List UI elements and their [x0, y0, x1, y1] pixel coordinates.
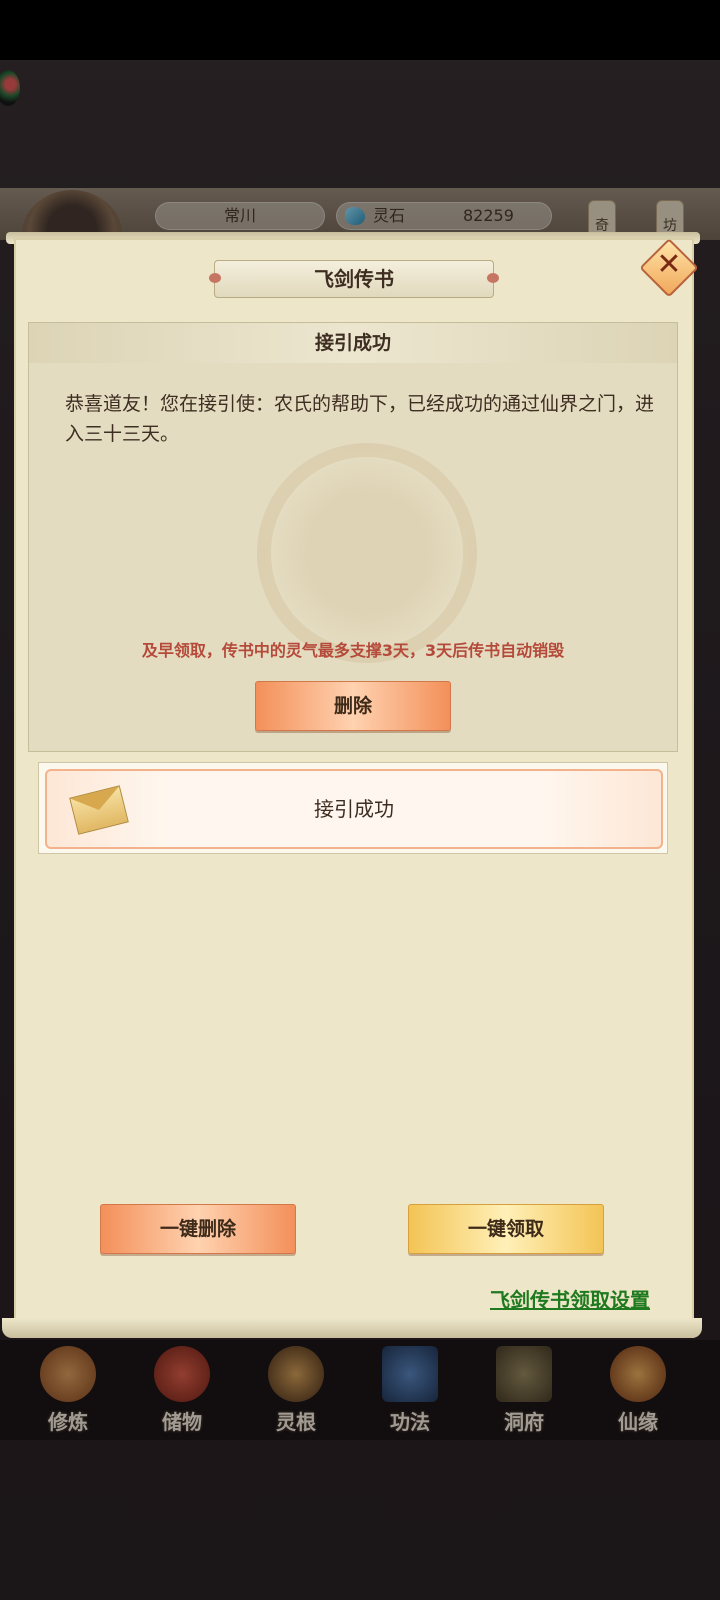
delete-all-button[interactable]: 一键删除 [100, 1204, 296, 1254]
close-icon[interactable]: ✕ [642, 238, 696, 292]
list-item[interactable]: 接引成功 [38, 762, 668, 854]
cloud-emblem-watermark [257, 443, 477, 663]
scroll-bottom-rod [2, 1318, 702, 1338]
dialog-title-banner: 飞剑传书 [209, 260, 499, 298]
dialog-title: 飞剑传书 [314, 267, 394, 291]
claim-all-button[interactable]: 一键领取 [408, 1204, 604, 1254]
expiry-warning: 及早领取，传书中的灵气最多支撑3天，3天后传书自动销毁 [141, 641, 565, 660]
mail-detail-body: 恭喜道友！您在接引使：农氏的帮助下，已经成功的通过仙界之门，进入三十三天。 [65, 393, 655, 445]
delete-button[interactable]: 删除 [255, 681, 451, 731]
mail-detail-title: 接引成功 [314, 332, 391, 354]
nav-dim-overlay [0, 1340, 720, 1440]
status-bar [0, 0, 720, 60]
mail-detail: 接引成功 恭喜道友！您在接引使：农氏的帮助下，已经成功的通过仙界之门，进入三十三… [28, 322, 678, 752]
mail-item-selected[interactable]: 接引成功 [45, 769, 663, 849]
mail-detail-header: 接引成功 [29, 323, 677, 363]
mail-claim-settings-link[interactable]: 飞剑传书领取设置 [490, 1284, 650, 1313]
mail-item-title: 接引成功 [314, 797, 394, 821]
